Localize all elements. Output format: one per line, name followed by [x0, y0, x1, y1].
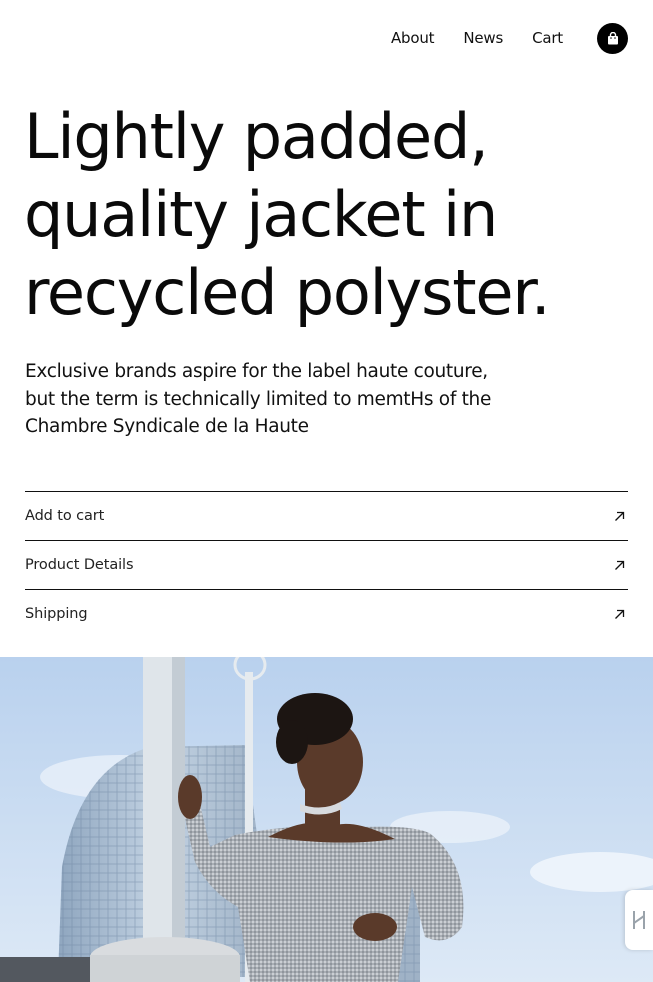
shopping-bag-icon — [607, 31, 618, 44]
product-description: Exclusive brands aspire for the label ha… — [25, 361, 492, 437]
accordion-label: Add to cart — [25, 508, 105, 524]
arrow-up-right-icon — [615, 511, 625, 521]
accordion-add-to-cart[interactable]: Add to cart — [25, 491, 628, 540]
arrow-up-right-icon — [615, 609, 625, 619]
nav-cart-link[interactable]: Cart — [532, 29, 563, 47]
top-nav: About News Cart — [391, 22, 628, 54]
accordion-shipping[interactable]: Shipping — [25, 589, 628, 638]
accordion-label: Shipping — [25, 606, 88, 622]
model-photo — [0, 657, 653, 982]
nav-news-link[interactable]: News — [463, 29, 503, 47]
nav-about-link[interactable]: About — [391, 29, 435, 47]
accordion-product-details[interactable]: Product Details — [25, 540, 628, 589]
accordion-label: Product Details — [25, 557, 134, 573]
arrow-up-right-icon — [615, 560, 625, 570]
cart-bag-button[interactable] — [597, 22, 628, 54]
model-photo-illustration — [0, 657, 653, 982]
side-widget-tab[interactable] — [625, 890, 653, 950]
widget-logo-icon — [633, 911, 645, 929]
product-accordion: Add to cart Product Details Shipping — [25, 491, 628, 638]
page-title: Lightly padded, quality jacket in recycl… — [24, 100, 551, 329]
